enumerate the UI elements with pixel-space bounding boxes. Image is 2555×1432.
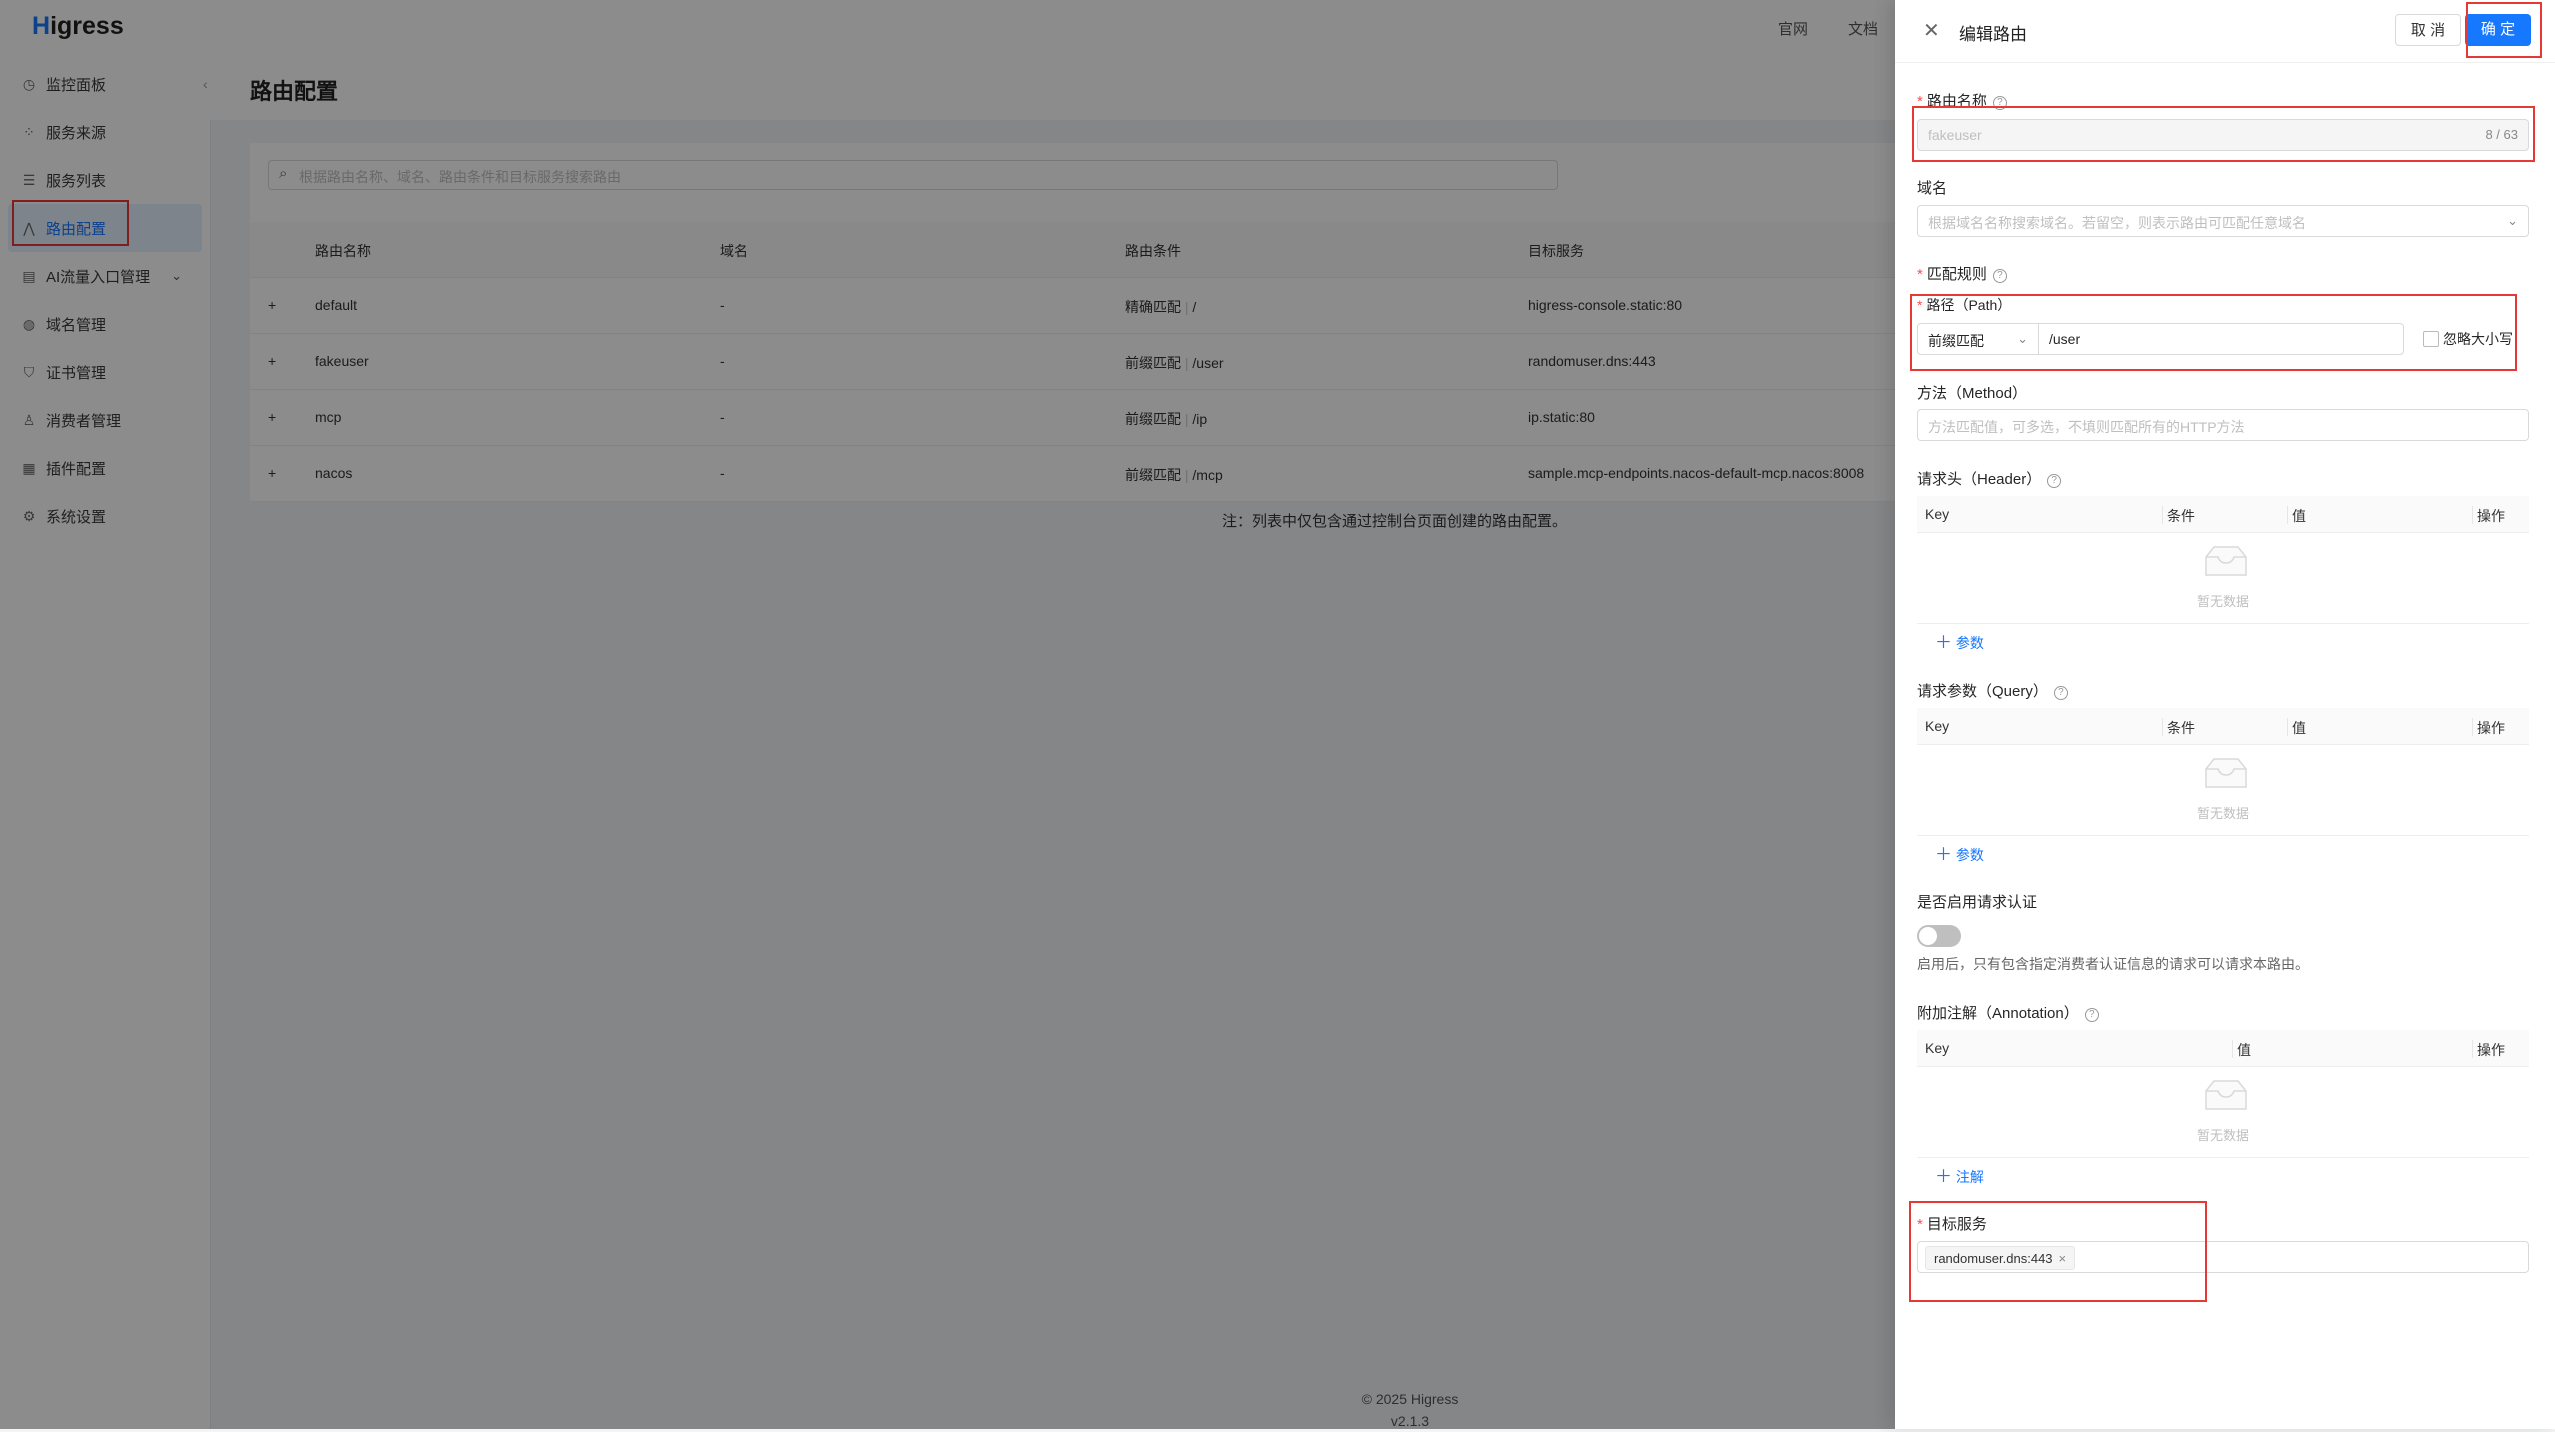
query-table: Key 条件 值 操作 暂无数据 [1917,708,2529,836]
help-icon[interactable]: ? [1992,269,2007,283]
header-label: 请求头（Header）? [1917,468,2062,489]
auth-hint: 启用后，只有包含指定消费者认证信息的请求可以请求本路由。 [1917,956,2309,972]
highlight-path [1910,294,2517,371]
highlight-confirm [2466,2,2542,58]
empty-state: 暂无数据 [1917,533,2529,624]
annotation-table: Key 值 操作 暂无数据 [1917,1030,2529,1158]
help-icon[interactable]: ? [2053,686,2068,700]
empty-box-icon [2205,1080,2247,1110]
method-select[interactable]: 方法匹配值，可多选，不填则匹配所有的HTTP方法 [1917,409,2529,441]
domain-select[interactable]: 根据域名名称搜索域名。若留空，则表示路由可匹配任意域名 ⌄ [1917,205,2529,237]
method-label: 方法（Method） [1917,385,2028,402]
highlight-target-service [1909,1201,2207,1302]
auth-toggle[interactable] [1917,925,1961,947]
highlight-route-name [1912,106,2535,162]
auth-label: 是否启用请求认证 [1917,894,2038,911]
annotation-label: 附加注解（Annotation）? [1917,1002,2099,1023]
chevron-down-icon: ⌄ [2507,213,2518,228]
query-label: 请求参数（Query）? [1917,680,2068,701]
close-icon[interactable]: ✕ [1923,18,1940,43]
empty-box-icon [2205,758,2247,788]
add-query-param-button[interactable]: ＋ 参数 [1935,840,1984,865]
empty-state: 暂无数据 [1917,1067,2529,1158]
edit-route-drawer: ✕ 编辑路由 取 消 确 定 * 路由名称? fakeuser 8 / 63 域名… [1895,0,2555,1429]
header-table: Key 条件 值 操作 暂无数据 [1917,496,2529,624]
domain-label: 域名 [1917,180,1948,197]
drawer-header: ✕ 编辑路由 取 消 确 定 [1895,0,2555,63]
empty-state: 暂无数据 [1917,745,2529,836]
match-rule-label: * 匹配规则? [1917,263,2007,284]
help-icon[interactable]: ? [2084,1008,2099,1022]
drawer-mask[interactable] [0,0,1895,1429]
add-annotation-button[interactable]: ＋ 注解 [1935,1162,1984,1187]
help-icon[interactable]: ? [2047,474,2062,488]
cancel-button[interactable]: 取 消 [2395,14,2461,46]
add-header-param-button[interactable]: ＋ 参数 [1935,628,1984,653]
empty-box-icon [2205,546,2247,576]
drawer-title: 编辑路由 [1959,25,2027,44]
